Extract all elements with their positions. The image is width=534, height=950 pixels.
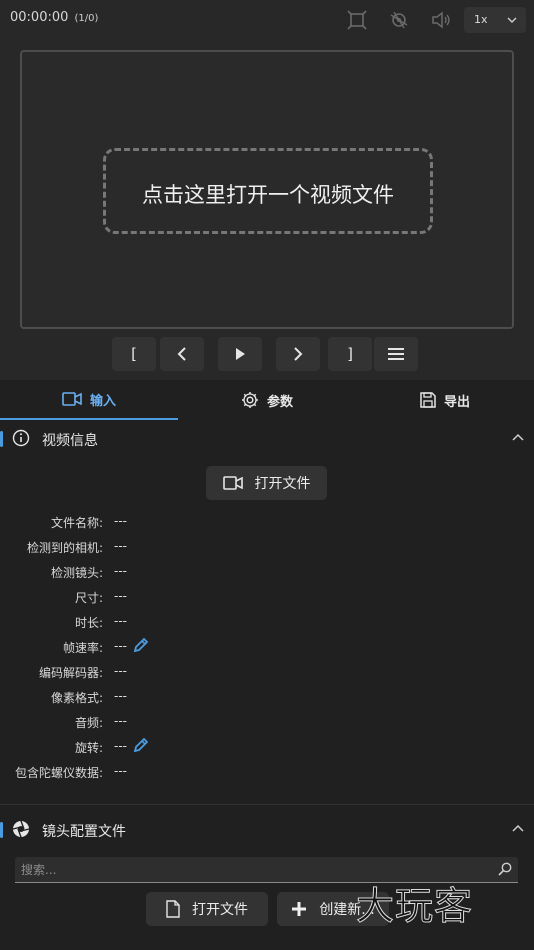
playback-speed-value: 1x [474, 13, 488, 26]
info-value: --- [114, 714, 127, 728]
info-label: 包含陀螺仪数据: [14, 766, 103, 780]
info-row: 时长: --- [0, 611, 534, 631]
gear-icon [241, 392, 258, 408]
lens-profile-section-header[interactable]: 镜头配置文件 [0, 812, 534, 846]
open-video-dropzone[interactable]: 点击这里打开一个视频文件 [103, 148, 433, 234]
chevron-up-icon [512, 433, 524, 441]
mark-in-label: [ [131, 345, 137, 363]
info-value: --- [114, 589, 127, 603]
plus-icon [292, 902, 307, 916]
info-value: --- [114, 664, 127, 678]
info-row: 尺寸: --- [0, 586, 534, 606]
lens-profile-title: 镜头配置文件 [42, 824, 126, 840]
dropzone-text: 点击这里打开一个视频文件 [142, 183, 394, 207]
camera-icon [62, 392, 82, 406]
tab-input[interactable]: 输入 [0, 380, 178, 420]
save-icon [420, 392, 436, 408]
info-label: 时长: [74, 616, 103, 630]
chevron-right-icon [294, 347, 303, 361]
chevron-up-icon [512, 824, 524, 832]
info-row: 像素格式: --- [0, 686, 534, 706]
tab-parameters[interactable]: 参数 [178, 380, 356, 420]
volume-icon[interactable] [430, 9, 452, 31]
open-lens-file-label: 打开文件 [192, 902, 248, 918]
info-row: 旋转: --- [0, 736, 534, 756]
timecode: 00:00:00 (1/0) [10, 10, 98, 25]
video-preview: 点击这里打开一个视频文件 [20, 50, 514, 329]
video-info-section-header[interactable]: 视频信息 [0, 421, 534, 455]
edit-pencil-icon[interactable] [132, 636, 150, 657]
info-row: 包含陀螺仪数据: --- [0, 761, 534, 781]
top-bar: 00:00:00 (1/0) 1x [0, 0, 534, 38]
playback-speed-select[interactable]: 1x [464, 7, 526, 33]
chevron-down-icon [507, 17, 517, 23]
mark-out-button[interactable]: ] [328, 337, 372, 371]
info-label: 像素格式: [50, 691, 103, 705]
info-label: 检测镜头: [50, 566, 103, 580]
tab-bar: 输入 参数 导出 [0, 380, 534, 420]
video-info-title: 视频信息 [42, 433, 98, 449]
info-row: 音频: --- [0, 711, 534, 731]
open-file-button[interactable]: 打开文件 [206, 466, 327, 500]
play-button[interactable] [218, 337, 262, 371]
section-accent-bar [0, 822, 3, 838]
watermark-logo: 大玩客 [355, 884, 474, 929]
play-icon [236, 348, 245, 360]
side-panel: 输入 参数 导出 视频信息 打开文件 文件名称: --- 检测到的相机: --- 检测镜… [0, 380, 534, 950]
info-label: 帧速率: [62, 641, 103, 655]
section-accent-bar [0, 431, 3, 447]
info-row: 检测到的相机: --- [0, 536, 534, 556]
tab-export-label: 导出 [443, 394, 470, 410]
menu-icon [388, 348, 404, 360]
fit-screen-icon[interactable] [346, 9, 368, 31]
info-value: --- [114, 764, 127, 778]
info-label: 编码解码器: [38, 666, 103, 680]
tab-input-label: 输入 [89, 393, 116, 409]
mark-in-button[interactable]: [ [112, 337, 156, 371]
info-value: --- [114, 639, 127, 653]
file-icon [166, 900, 180, 918]
open-lens-file-button[interactable]: 打开文件 [146, 892, 268, 926]
info-icon [12, 429, 30, 447]
info-label: 文件名称: [50, 516, 103, 530]
info-value: --- [114, 514, 127, 528]
menu-button[interactable] [374, 337, 418, 371]
camera-icon [222, 476, 243, 490]
info-row: 检测镜头: --- [0, 561, 534, 581]
edit-pencil-icon[interactable] [132, 736, 150, 757]
previous-frame-button[interactable] [160, 337, 204, 371]
info-label: 旋转: [74, 741, 103, 755]
next-frame-button[interactable] [276, 337, 320, 371]
search-icon [498, 862, 512, 876]
info-row: 帧速率: --- [0, 636, 534, 656]
info-value: --- [114, 539, 127, 553]
aperture-icon [12, 820, 30, 838]
info-label: 检测到的相机: [26, 541, 103, 555]
timecode-value: 00:00:00 [10, 10, 69, 25]
info-label: 尺寸: [74, 591, 103, 605]
info-value: --- [114, 564, 127, 578]
info-value: --- [114, 614, 127, 628]
info-value: --- [114, 689, 127, 703]
tab-parameters-label: 参数 [266, 394, 293, 410]
info-row: 编码解码器: --- [0, 661, 534, 681]
stabilize-icon[interactable] [388, 9, 410, 31]
section-divider [0, 804, 534, 805]
info-value: --- [114, 739, 127, 753]
open-file-label: 打开文件 [254, 476, 311, 492]
info-label: 音频: [74, 716, 103, 730]
info-row: 文件名称: --- [0, 511, 534, 531]
tab-export[interactable]: 导出 [356, 380, 534, 420]
frame-count: (1/0) [74, 13, 99, 24]
mark-out-label: ] [347, 345, 353, 363]
chevron-left-icon [177, 347, 186, 361]
